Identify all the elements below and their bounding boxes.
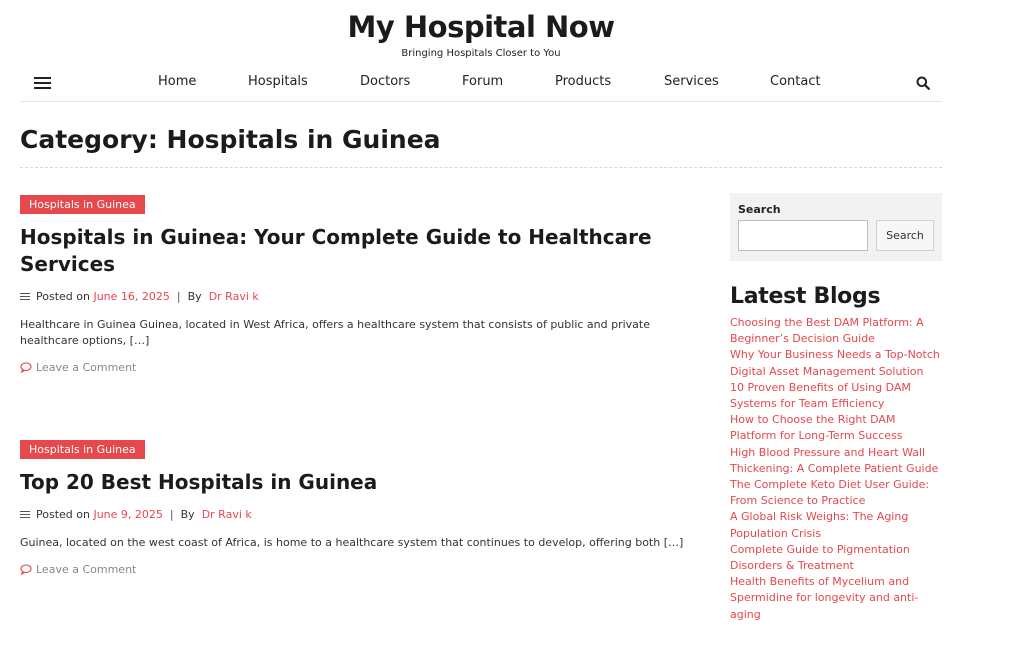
title-divider <box>20 167 942 168</box>
nav-item-doctors[interactable]: Doctors <box>360 74 410 89</box>
blog-link[interactable]: The Complete Keto Diet User Guide: From … <box>730 477 942 509</box>
nav-item-home[interactable]: Home <box>158 74 196 89</box>
list-icon <box>20 510 30 519</box>
comment-icon <box>20 564 32 575</box>
search-widget: Search Search <box>730 193 942 261</box>
blog-link[interactable]: 10 Proven Benefits of Using DAM Systems … <box>730 380 942 412</box>
comment-icon <box>20 362 32 373</box>
nav-item-forum[interactable]: Forum <box>462 74 503 89</box>
search-icon[interactable] <box>916 76 930 90</box>
post-card: Hospitals in Guinea Top 20 Best Hospital… <box>20 438 700 576</box>
post-meta: Posted on June 16, 2025 | By Dr Ravi k <box>20 290 700 303</box>
author-link[interactable]: Dr Ravi k <box>202 508 252 521</box>
category-badge[interactable]: Hospitals in Guinea <box>20 440 145 459</box>
post-excerpt: Guinea, located on the west coast of Afr… <box>20 536 684 549</box>
search-input[interactable] <box>738 220 868 251</box>
posted-on-label: Posted on <box>36 290 90 303</box>
blog-link[interactable]: Health Benefits of Mycelium and Spermidi… <box>730 574 942 623</box>
leave-comment-label[interactable]: Leave a Comment <box>36 563 136 576</box>
site-title[interactable]: My Hospital Now <box>0 10 962 44</box>
search-button[interactable]: Search <box>876 220 934 251</box>
leave-comment-link[interactable]: Leave a Comment <box>20 563 700 576</box>
post-meta: Posted on June 9, 2025 | By Dr Ravi k <box>20 508 700 521</box>
site-header: My Hospital Now Bringing Hospitals Close… <box>0 0 1024 62</box>
main-navigation: Home Hospitals Doctors Forum Products Se… <box>20 66 942 102</box>
blog-link[interactable]: Why Your Business Needs a Top-Notch Digi… <box>730 347 942 379</box>
leave-comment-link[interactable]: Leave a Comment <box>20 361 700 374</box>
page-title: Category: Hospitals in Guinea <box>20 125 441 154</box>
post-title[interactable]: Top 20 Best Hospitals in Guinea <box>20 469 700 496</box>
meta-separator: | <box>176 290 181 303</box>
latest-blogs-list: Choosing the Best DAM Platform: A Beginn… <box>730 315 942 623</box>
search-label: Search <box>738 203 781 216</box>
nav-item-contact[interactable]: Contact <box>770 74 821 89</box>
blog-link[interactable]: High Blood Pressure and Heart Wall Thick… <box>730 445 942 477</box>
post-date-link[interactable]: June 16, 2025 <box>93 290 169 303</box>
leave-comment-label[interactable]: Leave a Comment <box>36 361 136 374</box>
author-link[interactable]: Dr Ravi k <box>209 290 259 303</box>
blog-link[interactable]: How to Choose the Right DAM Platform for… <box>730 412 942 444</box>
blog-link[interactable]: Complete Guide to Pigmentation Disorders… <box>730 542 942 574</box>
site-tagline: Bringing Hospitals Closer to You <box>401 48 561 59</box>
meta-separator: | <box>169 508 174 521</box>
by-label: By <box>187 290 202 303</box>
latest-blogs-heading: Latest Blogs <box>730 284 881 309</box>
post-excerpt: Healthcare in Guinea Guinea, located in … <box>20 318 650 347</box>
blog-link[interactable]: Choosing the Best DAM Platform: A Beginn… <box>730 315 942 347</box>
sidebar: Search Search Latest Blogs Choosing the … <box>730 193 942 623</box>
list-icon <box>20 292 30 301</box>
by-label: By <box>180 508 195 521</box>
post-title[interactable]: Hospitals in Guinea: Your Complete Guide… <box>20 224 700 278</box>
post-card: Hospitals in Guinea Hospitals in Guinea:… <box>20 193 700 374</box>
nav-item-hospitals[interactable]: Hospitals <box>248 74 308 89</box>
blog-link[interactable]: A Global Risk Weighs: The Aging Populati… <box>730 509 942 541</box>
post-date-link[interactable]: June 9, 2025 <box>93 508 162 521</box>
nav-item-products[interactable]: Products <box>555 74 611 89</box>
nav-item-services[interactable]: Services <box>664 74 719 89</box>
posted-on-label: Posted on <box>36 508 90 521</box>
category-badge[interactable]: Hospitals in Guinea <box>20 195 145 214</box>
